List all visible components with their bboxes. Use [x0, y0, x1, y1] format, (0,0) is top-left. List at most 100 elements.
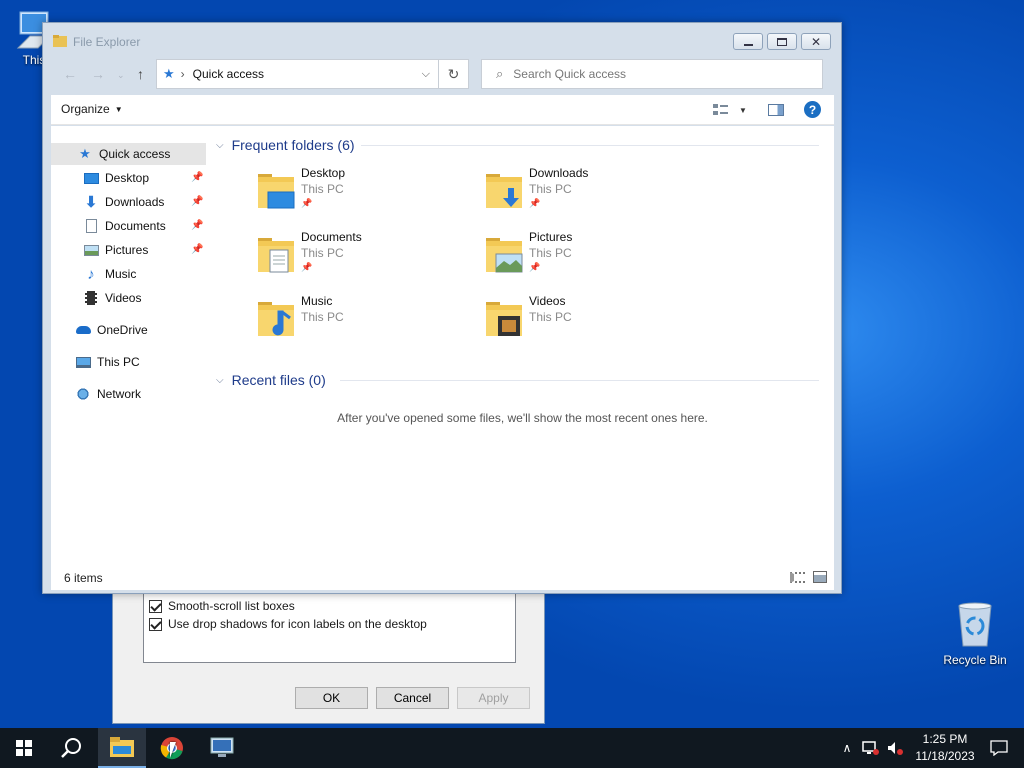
nav-item-label: Downloads [105, 195, 165, 209]
file-explorer-window: File Explorer ✕ ← → ⌄ ↑ ★ › Quick access… [42, 22, 842, 594]
pin-icon: 📌 [301, 198, 313, 208]
desktop-icon [83, 171, 99, 185]
folder-tile-desktop[interactable]: Desktop This PC 📌 [256, 166, 476, 226]
recent-files-header[interactable]: ⌵ Recent files (0) [216, 370, 326, 390]
close-button[interactable]: ✕ [801, 33, 831, 50]
quick-access-star-icon: ★ [163, 66, 175, 81]
address-bar[interactable]: ★ › Quick access ⌵ [156, 59, 439, 89]
maximize-button[interactable] [767, 33, 797, 50]
refresh-button[interactable]: ↻ [439, 59, 469, 89]
nav-item-videos[interactable]: Videos [51, 287, 141, 309]
recent-locations-icon[interactable]: ⌄ [117, 70, 125, 81]
search-icon [61, 738, 81, 758]
pictures-icon [83, 243, 99, 257]
chevron-up-icon[interactable]: ∧ [838, 741, 856, 755]
search-box[interactable]: ⌕ Search Quick access [481, 59, 823, 89]
folder-icon [53, 35, 67, 47]
file-explorer-icon [110, 737, 134, 757]
folder-tile-music[interactable]: Music This PC [256, 294, 476, 354]
documents-icon [83, 219, 99, 233]
mouse-cursor-icon [170, 742, 176, 758]
forward-arrow-icon[interactable]: → [91, 66, 105, 82]
clock-date: 11/18/2023 [915, 749, 975, 763]
action-center-icon[interactable] [990, 740, 1008, 756]
folder-name: Desktop [301, 166, 346, 180]
checkbox[interactable] [149, 617, 162, 631]
nav-item-onedrive[interactable]: OneDrive [51, 319, 148, 341]
folder-location: This PC [529, 246, 572, 260]
ok-button[interactable]: OK [295, 687, 368, 709]
folder-name: Pictures [529, 230, 573, 244]
apply-button[interactable]: Apply [457, 687, 530, 709]
minimize-button[interactable] [733, 33, 763, 50]
option-row[interactable]: Smooth-scroll list boxes [144, 597, 515, 615]
network-status-icon[interactable] [862, 740, 880, 756]
pin-icon[interactable]: 📌 [191, 220, 203, 231]
taskbar-file-explorer[interactable] [98, 728, 146, 768]
collapse-chevron-icon: ⌵ [216, 374, 224, 386]
caret-down-icon: ▼ [739, 105, 747, 115]
nav-item-downloads[interactable]: ⬇ Downloads [51, 191, 165, 213]
up-arrow-icon[interactable]: ↑ [137, 66, 144, 82]
taskbar-system-properties[interactable] [198, 728, 246, 768]
pin-icon[interactable]: 📌 [191, 196, 203, 207]
nav-item-documents[interactable]: Documents [51, 215, 166, 237]
option-row[interactable]: Use drop shadows for icon labels on the … [144, 615, 515, 633]
address-text: Quick access [192, 67, 265, 81]
videos-icon [83, 291, 99, 305]
folder-location: This PC [301, 246, 344, 260]
clock[interactable]: 1:25 PM 11/18/2023 [914, 731, 976, 765]
maximize-icon [777, 37, 787, 46]
chevron-down-icon[interactable]: ⌵ [422, 68, 430, 81]
pin-icon: 📌 [529, 262, 541, 272]
back-arrow-icon[interactable]: ← [63, 66, 77, 82]
frequent-folders-header[interactable]: ⌵ Frequent folders (6) [216, 135, 355, 155]
folder-tile-videos[interactable]: Videos This PC [484, 294, 704, 354]
pin-icon: 📌 [529, 198, 541, 208]
organize-menu-button[interactable]: Organize ▼ [61, 102, 123, 116]
visual-effects-list[interactable]: Smooth-scroll list boxes Use drop shadow… [143, 591, 516, 663]
volume-muted-icon[interactable] [886, 740, 904, 756]
nav-item-pictures[interactable]: Pictures [51, 239, 148, 261]
help-icon[interactable]: ? [804, 101, 821, 118]
taskbar-chrome[interactable] [148, 728, 196, 768]
details-view-icon[interactable] [790, 572, 805, 583]
folder-name: Documents [301, 230, 362, 244]
folder-tile-downloads[interactable]: Downloads This PC 📌 [484, 166, 704, 226]
nav-item-label: Quick access [99, 147, 171, 161]
preview-pane-icon[interactable] [768, 104, 784, 116]
section-divider [361, 145, 819, 146]
large-icons-view-icon[interactable] [813, 571, 827, 583]
start-button[interactable] [0, 728, 48, 768]
desktop-icon-recycle-bin[interactable]: Recycle Bin [940, 600, 1010, 667]
nav-item-quick-access[interactable]: ★ Quick access [51, 143, 206, 165]
taskbar: ∧ 1:25 PM 11/18/2023 [0, 728, 1024, 768]
item-count: 6 items [64, 571, 103, 585]
section-title: Recent files (0) [231, 372, 326, 388]
title-bar[interactable]: File Explorer ✕ [43, 23, 841, 59]
checkbox[interactable] [149, 599, 162, 613]
section-divider [340, 380, 819, 381]
folder-tile-documents[interactable]: Documents This PC 📌 [256, 230, 476, 290]
desktop-folder-icon [258, 174, 295, 209]
computer-icon [75, 355, 91, 369]
windows-logo-icon [16, 740, 32, 756]
pin-icon[interactable]: 📌 [191, 172, 203, 183]
section-title: Frequent folders (6) [231, 137, 355, 153]
nav-item-desktop[interactable]: Desktop [51, 167, 149, 189]
nav-item-label: This PC [97, 355, 140, 369]
folder-name: Videos [529, 294, 566, 308]
option-label: Use drop shadows for icon labels on the … [168, 617, 427, 631]
folder-tile-pictures[interactable]: Pictures This PC 📌 [484, 230, 704, 290]
pin-icon[interactable]: 📌 [191, 244, 203, 255]
navigation-pane: ★ Quick access Desktop 📌 ⬇ Downloads 📌 D… [51, 126, 211, 566]
change-view-button[interactable]: ▼ [713, 103, 747, 117]
nav-item-music[interactable]: ♪ Music [51, 263, 136, 285]
collapse-chevron-icon: ⌵ [216, 139, 224, 151]
nav-item-this-pc[interactable]: This PC [51, 351, 140, 373]
search-taskbar-button[interactable] [48, 728, 96, 768]
refresh-icon: ↻ [447, 65, 460, 82]
nav-item-network[interactable]: Network [51, 383, 141, 405]
folder-location: This PC [529, 182, 572, 196]
cancel-button[interactable]: Cancel [376, 687, 449, 709]
